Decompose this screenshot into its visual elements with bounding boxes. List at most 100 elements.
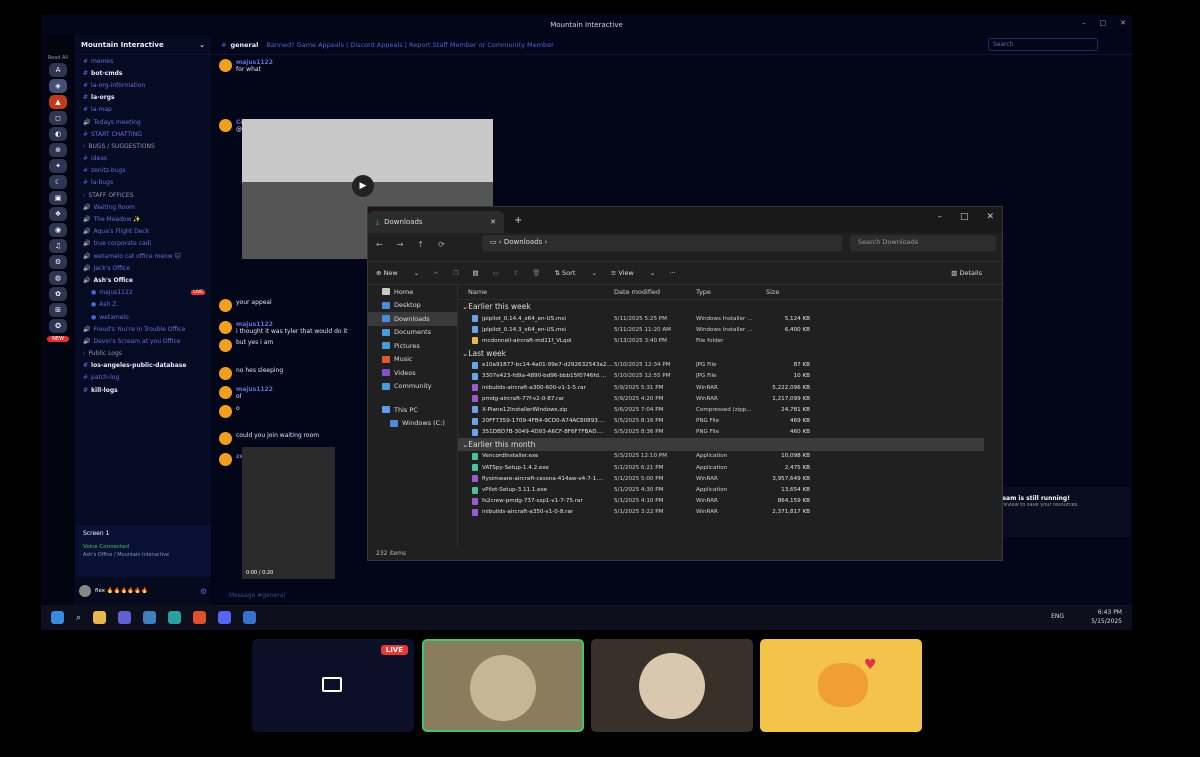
browser-icon[interactable] xyxy=(168,611,182,624)
tab-close-icon[interactable]: ✕ xyxy=(490,218,496,226)
channel-item[interactable]: 🔊 wetamelo cat office meow 🐱 xyxy=(75,250,211,262)
file-name[interactable]: flysimware-aircraft-cessna-414aw-v4-7-1.… xyxy=(458,475,614,483)
channel-item[interactable]: # la-orgs xyxy=(75,92,211,104)
avatar[interactable] xyxy=(219,367,232,380)
group-header[interactable]: ⌄ Earlier this week xyxy=(458,300,1004,313)
nav-item[interactable]: This PC xyxy=(368,403,457,417)
channel-item[interactable]: › STAFF OFFICES xyxy=(75,189,211,201)
close-icon[interactable]: ✕ xyxy=(1120,19,1126,27)
nav-item[interactable]: Pictures xyxy=(368,339,457,353)
server-icon[interactable]: ✪ xyxy=(49,319,67,333)
nav-item[interactable]: Windows (C:) xyxy=(368,417,457,431)
clock[interactable]: 6:43 PM 5/15/2025 xyxy=(1091,608,1122,626)
search-input[interactable]: Search xyxy=(988,38,1098,51)
sort-button[interactable]: ⇅ Sort ⌄ xyxy=(555,269,597,277)
figma-icon[interactable] xyxy=(118,611,132,624)
file-name[interactable]: inibuilds-aircraft-a350-v1-0-8.rar xyxy=(458,508,614,516)
start-icon[interactable] xyxy=(51,611,64,624)
table-row[interactable]: flysimware-aircraft-cessna-414aw-v4-7-1.… xyxy=(458,473,1004,484)
channel-item[interactable]: # bot-cmds xyxy=(75,67,211,79)
minimize-icon[interactable]: – xyxy=(1082,19,1086,27)
file-name[interactable]: 20FF7359-1709-4FB4-9CD0-A74AC80893.... xyxy=(458,417,614,425)
language-indicator[interactable]: ENG xyxy=(1051,613,1064,620)
avatar[interactable] xyxy=(219,299,232,312)
server-icon[interactable]: ▲ xyxy=(49,95,67,109)
delete-icon[interactable]: 🗑 xyxy=(532,269,540,277)
avatar[interactable] xyxy=(79,585,91,597)
file-name[interactable]: 3307e423-fd9a-4890-bd96-bbb15f0746fd.... xyxy=(458,372,614,380)
table-row[interactable]: vPilot-Setup-3.11.1.exe 5/1/2025 4:30 PM A… xyxy=(458,484,1004,495)
participant-tile-3[interactable]: ♥ xyxy=(760,639,922,732)
table-row[interactable]: inibuilds-aircraft-a350-v1-0-8.rar 5/1/20… xyxy=(458,507,1004,518)
file-explorer-icon[interactable] xyxy=(93,611,107,624)
forward-icon[interactable]: → xyxy=(397,240,404,249)
maximize-icon[interactable]: □ xyxy=(1100,19,1107,27)
minimize-icon[interactable]: – xyxy=(937,212,942,222)
screen-share-tile[interactable]: LIVE xyxy=(252,639,414,732)
channel-item[interactable]: › Public Logs xyxy=(75,348,211,360)
table-row[interactable]: 20FF7359-1709-4FB4-9CD0-A74AC80893.... 5/… xyxy=(458,416,1004,427)
new-tab-icon[interactable]: + xyxy=(514,215,522,226)
video-embed-2[interactable]: 0:00 / 0:20 xyxy=(242,447,335,579)
explorer-search-input[interactable]: Search Downloads xyxy=(850,235,996,251)
channel-item[interactable]: # la-org-information xyxy=(75,79,211,91)
channel-item[interactable]: 🔊 Jack's Office xyxy=(75,262,211,274)
share-icon[interactable]: ⇪ xyxy=(513,269,518,277)
file-name[interactable]: vPilot-Setup-3.11.1.exe xyxy=(458,486,614,494)
back-icon[interactable]: ← xyxy=(376,240,383,249)
server-icon[interactable]: ◐ xyxy=(49,127,67,141)
channel-item[interactable]: 🔊 Todays meeting xyxy=(75,116,211,128)
avatar[interactable] xyxy=(219,405,232,418)
col-type[interactable]: Type xyxy=(696,288,766,296)
voice-location[interactable]: Ash's Office / Mountain Interactive xyxy=(75,552,211,558)
nav-item[interactable]: Community xyxy=(368,380,457,394)
server-icon[interactable]: ◻ xyxy=(49,111,67,125)
table-row[interactable]: X-Plane12InstallerWindows.zip 5/6/2025 7:… xyxy=(458,404,1004,415)
server-name[interactable]: Mountain Interactive ⌄ xyxy=(75,35,211,55)
nav-item[interactable]: Downloads xyxy=(368,312,457,326)
paste-icon[interactable]: ▤ xyxy=(473,269,479,277)
file-name[interactable]: mcdonnell-aircraft-md11f_VLqol xyxy=(458,337,614,345)
avatar[interactable] xyxy=(219,59,232,72)
server-icon[interactable]: ❖ xyxy=(49,207,67,221)
table-row[interactable]: jpipilot_0.14.3_x64_en-US.msi 5/11/2025 1… xyxy=(458,324,1004,335)
channel-item[interactable]: ● wetamelo xyxy=(75,311,211,323)
file-name[interactable]: VATSpy-Setup-1.4.2.exe xyxy=(458,464,614,472)
nav-item[interactable]: Home xyxy=(368,285,457,299)
group-header[interactable]: ⌄ Earlier this month xyxy=(458,437,984,451)
channel-item[interactable]: ● majus1122 LIVE xyxy=(75,287,211,299)
view-button[interactable]: ≡ View ⌄ xyxy=(611,269,655,277)
col-size[interactable]: Size xyxy=(766,288,810,296)
up-icon[interactable]: ↑ xyxy=(417,240,424,249)
table-row[interactable]: jpipilot_0.14.4_x64_en-US.msi 5/11/2025 5… xyxy=(458,313,1004,324)
channel-item[interactable]: # START CHATTING xyxy=(75,128,211,140)
table-row[interactable]: e10a91877-bc14-4a01-99e7-d292632543a2...… xyxy=(458,360,1004,371)
copy-icon[interactable]: ❐ xyxy=(453,269,459,277)
channel-item[interactable]: # kill-logs xyxy=(75,384,211,396)
more-icon[interactable]: ··· xyxy=(669,269,675,277)
channel-item[interactable]: 🔊 Ash's Office xyxy=(75,274,211,286)
channel-item[interactable]: 🔊 true corporate cadi xyxy=(75,238,211,250)
file-name[interactable]: fs2crew-pmdg-737-ssp1-v1-7-75.rar xyxy=(458,497,614,505)
nav-item[interactable]: Desktop xyxy=(368,299,457,313)
message-author[interactable]: majus1122 xyxy=(236,386,273,393)
table-row[interactable]: 3307e423-fd9a-4890-bd96-bbb15f0746fd....… xyxy=(458,371,1004,382)
file-name[interactable]: jpipilot_0.14.4_x64_en-US.msi xyxy=(458,315,614,323)
channel-item[interactable]: 🔊 Freud's You're in Trouble Office xyxy=(75,323,211,335)
nav-item[interactable]: Music xyxy=(368,353,457,367)
refresh-icon[interactable]: ⟳ xyxy=(438,240,445,249)
file-name[interactable]: jpipilot_0.14.3_x64_en-US.msi xyxy=(458,326,614,334)
avatar[interactable] xyxy=(219,432,232,445)
file-name[interactable]: inibuilds-aircraft-a300-600-v1-1-5.rar xyxy=(458,384,614,392)
search-icon[interactable]: ⌕ xyxy=(76,613,81,623)
table-row[interactable]: VencordInstaller.exe 5/3/2025 12:10 PM App… xyxy=(458,451,1004,462)
channel-item[interactable]: # memes xyxy=(75,55,211,67)
nav-item[interactable]: Videos xyxy=(368,366,457,380)
channel-item[interactable]: 🔊 Aqua's Flight Deck xyxy=(75,226,211,238)
server-icon[interactable]: ◍ xyxy=(49,271,67,285)
message-author[interactable]: majus1122 xyxy=(236,59,273,66)
cut-icon[interactable]: ✂ xyxy=(433,269,438,277)
server-icon[interactable]: ☾ xyxy=(49,175,67,189)
app-icon[interactable] xyxy=(143,611,157,624)
discord-icon[interactable] xyxy=(218,611,232,624)
